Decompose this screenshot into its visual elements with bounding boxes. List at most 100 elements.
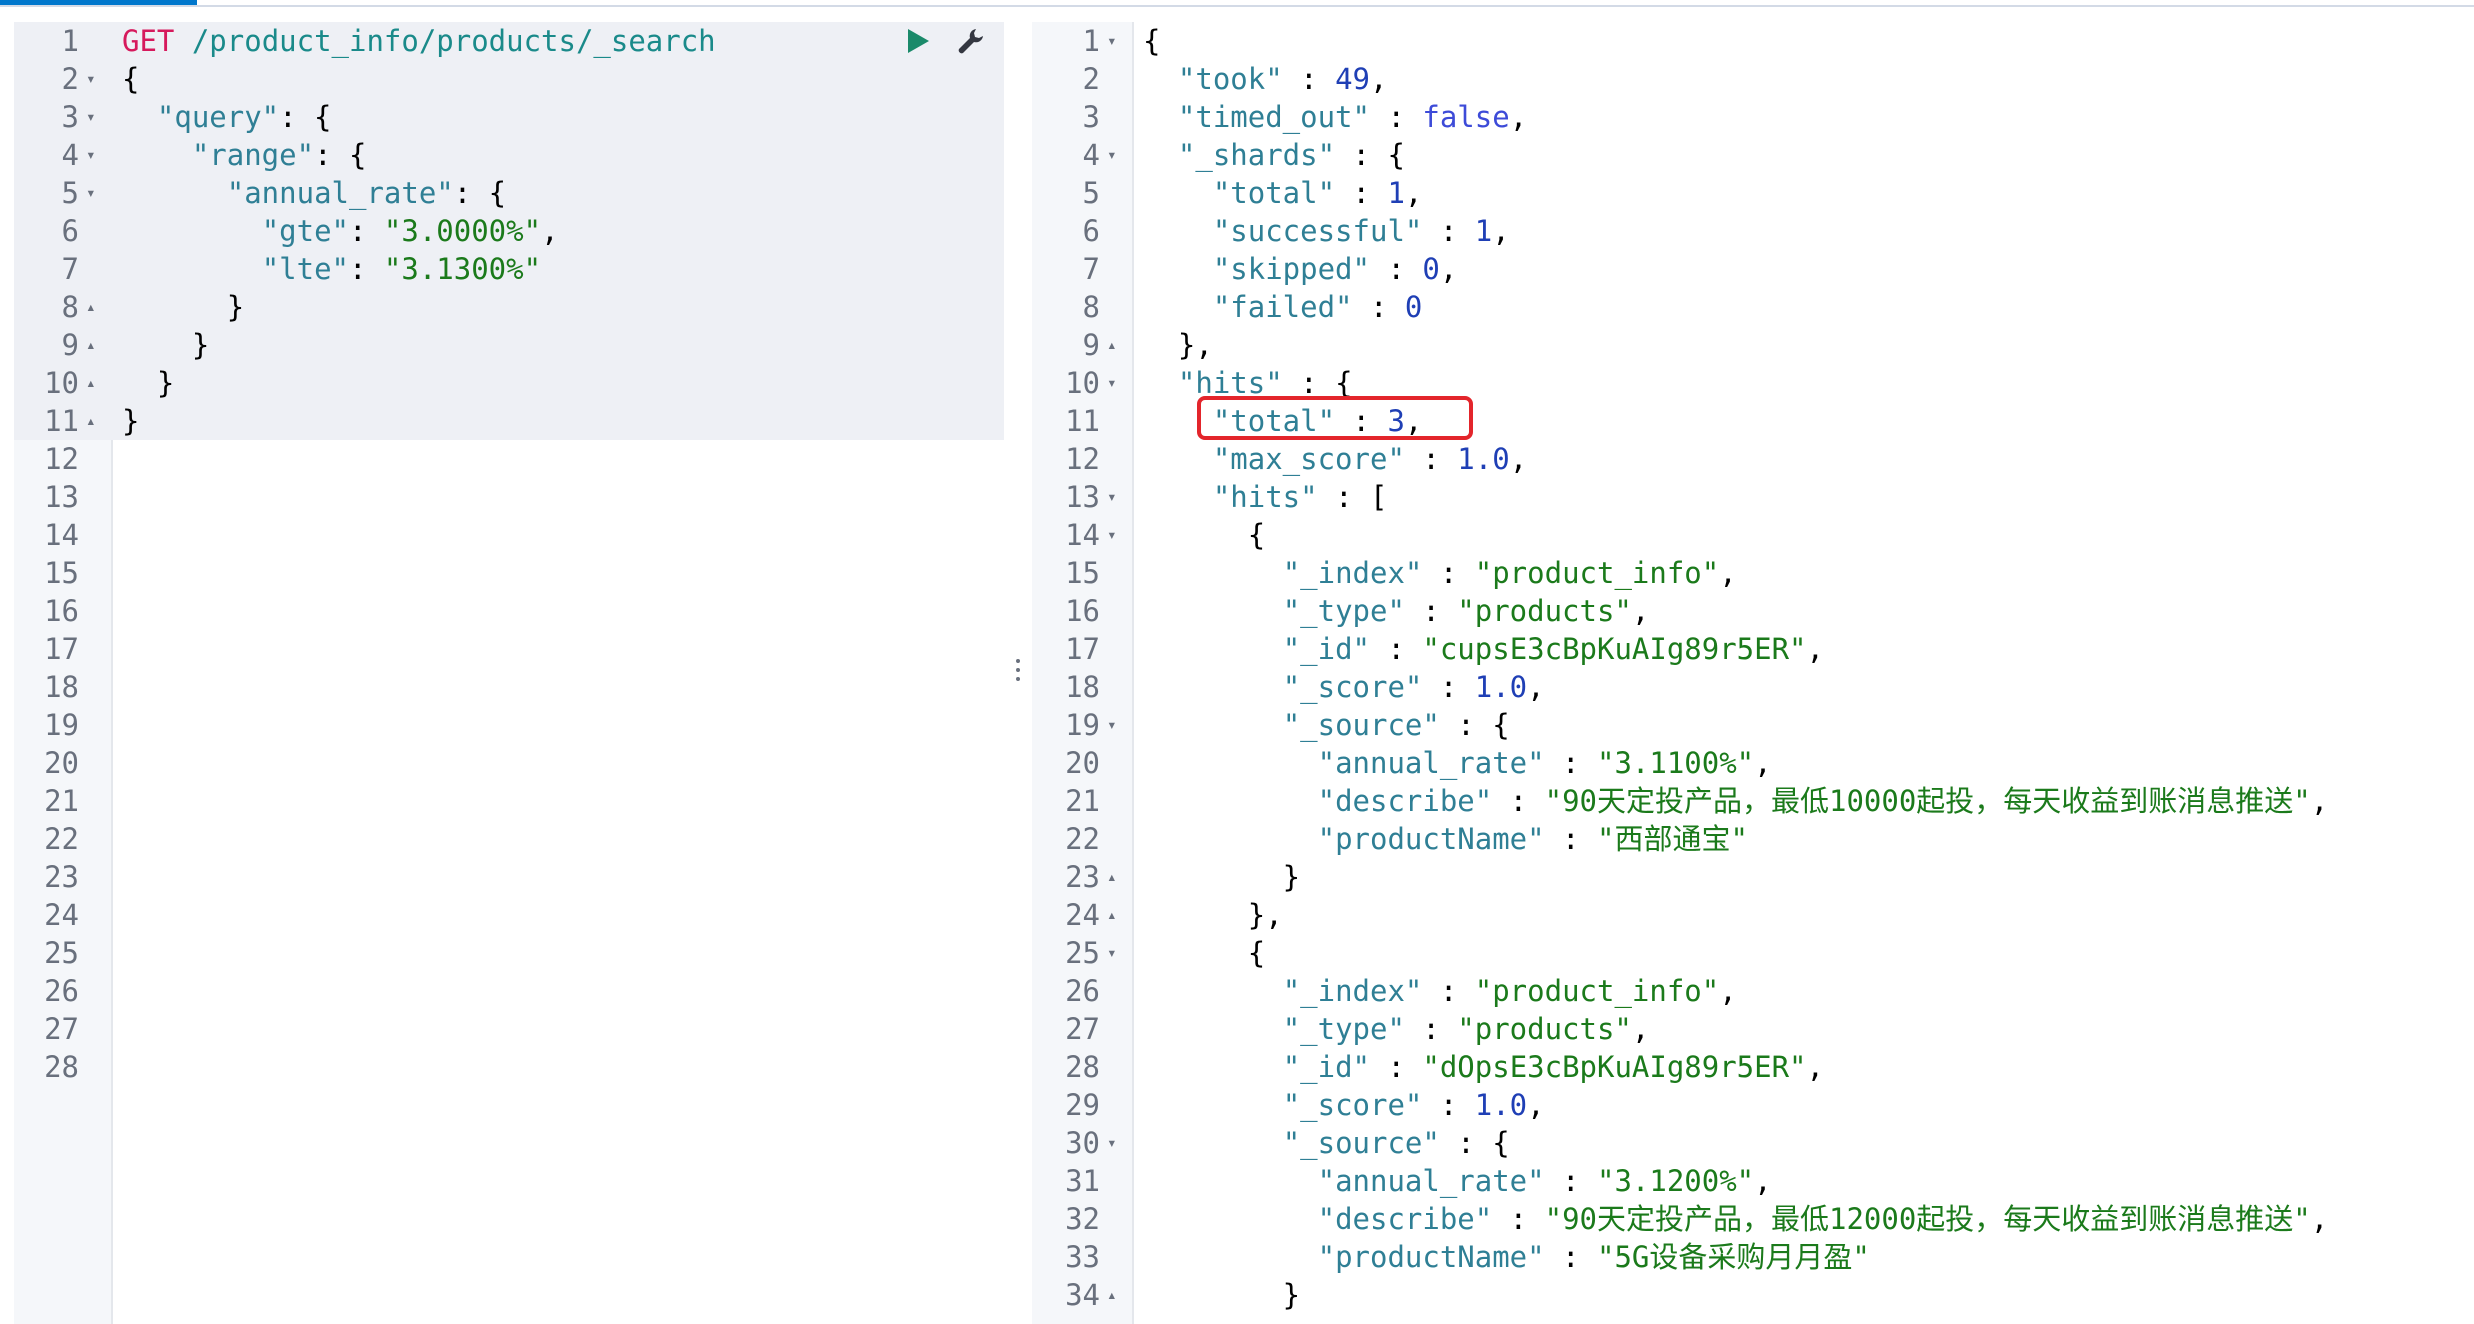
response-line[interactable]: 20 "annual_rate" : "3.1100%", <box>1032 744 2474 782</box>
response-line[interactable]: 15 "_index" : "product_info", <box>1032 554 2474 592</box>
request-line[interactable]: 14 <box>14 516 1004 554</box>
response-line[interactable]: 14 ▾ { <box>1032 516 2474 554</box>
request-line[interactable]: 6 "gte": "3.0000%", <box>14 212 1004 250</box>
fold-up-icon[interactable]: ▴ <box>1107 858 1117 896</box>
response-line[interactable]: 13 ▾ "hits" : [ <box>1032 478 2474 516</box>
line-number: 14 <box>1065 518 1100 552</box>
response-line[interactable]: 21 "describe" : "90天定投产品，最低10000起投，每天收益到… <box>1032 782 2474 820</box>
response-line[interactable]: 5 "total" : 1, <box>1032 174 2474 212</box>
request-line[interactable]: 8 ▴ } <box>14 288 1004 326</box>
request-line[interactable]: 5 ▾ "annual_rate": { <box>14 174 1004 212</box>
response-line[interactable]: 4 ▾ "_shards" : { <box>1032 136 2474 174</box>
fold-down-icon[interactable]: ▾ <box>1107 136 1117 174</box>
request-line[interactable]: 27 <box>14 1010 1004 1048</box>
fold-down-icon[interactable]: ▾ <box>1107 364 1117 402</box>
line-number: 1 <box>61 24 79 58</box>
response-line[interactable]: 6 "successful" : 1, <box>1032 212 2474 250</box>
response-line[interactable]: 28 "_id" : "dOpsE3cBpKuAIg89r5ER", <box>1032 1048 2474 1086</box>
response-line[interactable]: 16 "_type" : "products", <box>1032 592 2474 630</box>
response-line[interactable]: 3 "timed_out" : false, <box>1032 98 2474 136</box>
request-line[interactable]: 7 "lte": "3.1300%" <box>14 250 1004 288</box>
line-number: 13 <box>1065 480 1100 514</box>
run-request-button[interactable] <box>902 25 934 57</box>
request-line[interactable]: 11 ▴} <box>14 402 1004 440</box>
request-line[interactable]: 4 ▾ "range": { <box>14 136 1004 174</box>
fold-up-icon[interactable]: ▴ <box>86 326 96 364</box>
code-token: , <box>541 214 559 248</box>
response-line[interactable]: 1 ▾ { <box>1032 22 2474 60</box>
request-line[interactable]: 16 <box>14 592 1004 630</box>
code-token: , <box>1806 632 1824 666</box>
response-line[interactable]: 29 "_score" : 1.0, <box>1032 1086 2474 1124</box>
response-line[interactable]: 30 ▾ "_source" : { <box>1032 1124 2474 1162</box>
code-text: "_id" : "cupsE3cBpKuAIg89r5ER", <box>1143 630 1824 668</box>
request-line[interactable]: 24 <box>14 896 1004 934</box>
request-line[interactable]: 17 <box>14 630 1004 668</box>
code-token: "product_info" <box>1474 556 1720 590</box>
fold-up-icon[interactable]: ▴ <box>86 364 96 402</box>
fold-down-icon[interactable]: ▾ <box>1107 516 1117 554</box>
request-line[interactable]: 15 <box>14 554 1004 592</box>
code-text: { <box>1143 516 1265 554</box>
code-token: : <box>1404 1012 1458 1046</box>
fold-down-icon[interactable]: ▾ <box>1107 934 1117 972</box>
request-line[interactable]: 1 GET /product_info/products/_search <box>14 22 1004 60</box>
fold-up-icon[interactable]: ▴ <box>86 402 96 440</box>
fold-down-icon[interactable]: ▾ <box>1107 1124 1117 1162</box>
request-line[interactable]: 9 ▴ } <box>14 326 1004 364</box>
request-line[interactable]: 3 ▾ "query": { <box>14 98 1004 136</box>
fold-down-icon[interactable]: ▾ <box>1107 478 1117 516</box>
response-line[interactable]: 17 "_id" : "cupsE3cBpKuAIg89r5ER", <box>1032 630 2474 668</box>
fold-down-icon[interactable]: ▾ <box>86 60 96 98</box>
request-line[interactable]: 28 <box>14 1048 1004 1086</box>
response-line[interactable]: 25 ▾ { <box>1032 934 2474 972</box>
response-line[interactable]: 27 "_type" : "products", <box>1032 1010 2474 1048</box>
request-line[interactable]: 25 <box>14 934 1004 972</box>
pane-resizer[interactable] <box>1010 655 1026 685</box>
response-line[interactable]: 24 ▴ }, <box>1032 896 2474 934</box>
request-line[interactable]: 12 <box>14 440 1004 478</box>
fold-down-icon[interactable]: ▾ <box>86 98 96 136</box>
response-line[interactable]: 32 "describe" : "90天定投产品，最低12000起投，每天收益到… <box>1032 1200 2474 1238</box>
response-line[interactable]: 23 ▴ } <box>1032 858 2474 896</box>
response-line[interactable]: 7 "skipped" : 0, <box>1032 250 2474 288</box>
response-line[interactable]: 8 "failed" : 0 <box>1032 288 2474 326</box>
request-line[interactable]: 10 ▴ } <box>14 364 1004 402</box>
code-token: } <box>122 328 210 362</box>
fold-up-icon[interactable]: ▴ <box>1107 1276 1117 1314</box>
request-line[interactable]: 26 <box>14 972 1004 1010</box>
code-token: : <box>1544 1240 1597 1274</box>
response-line[interactable]: 34 ▴ } <box>1032 1276 2474 1314</box>
request-line[interactable]: 2 ▾ { <box>14 60 1004 98</box>
fold-down-icon[interactable]: ▾ <box>1107 706 1117 744</box>
response-line[interactable]: 11 "total" : 3, <box>1032 402 2474 440</box>
fold-up-icon[interactable]: ▴ <box>1107 896 1117 934</box>
response-line[interactable]: 26 "_index" : "product_info", <box>1032 972 2474 1010</box>
fold-down-icon[interactable]: ▾ <box>86 174 96 212</box>
request-line[interactable]: 22 <box>14 820 1004 858</box>
request-line[interactable]: 19 <box>14 706 1004 744</box>
response-line[interactable]: 19 ▾ "_source" : { <box>1032 706 2474 744</box>
response-line[interactable]: 2 "took" : 49, <box>1032 60 2474 98</box>
line-number: 26 <box>1065 974 1100 1008</box>
response-line[interactable]: 33 "productName" : "5G设备采购月月盈" <box>1032 1238 2474 1276</box>
response-viewer[interactable]: 1 ▾{2 "took" : 49, 3 "timed_out" : false, 4… <box>1032 22 2474 1324</box>
request-line[interactable]: 23 <box>14 858 1004 896</box>
response-line[interactable]: 31 "annual_rate" : "3.1200%", <box>1032 1162 2474 1200</box>
request-line[interactable]: 20 <box>14 744 1004 782</box>
request-line[interactable]: 21 <box>14 782 1004 820</box>
response-line[interactable]: 18 "_score" : 1.0, <box>1032 668 2474 706</box>
fold-up-icon[interactable]: ▴ <box>1107 326 1117 364</box>
fold-up-icon[interactable]: ▴ <box>86 288 96 326</box>
response-line[interactable]: 9 ▴ }, <box>1032 326 2474 364</box>
response-line[interactable]: 22 "productName" : "西部通宝" <box>1032 820 2474 858</box>
fold-down-icon[interactable]: ▾ <box>1107 22 1117 60</box>
request-line[interactable]: 18 <box>14 668 1004 706</box>
request-line[interactable]: 13 <box>14 478 1004 516</box>
request-editor[interactable]: 1 GET /product_info/products/_search 2 ▾{3 ▾… <box>14 22 1004 1324</box>
fold-down-icon[interactable]: ▾ <box>86 136 96 174</box>
response-line[interactable]: 10 ▾ "hits" : { <box>1032 364 2474 402</box>
request-settings-button[interactable] <box>954 25 986 57</box>
response-line[interactable]: 12 "max_score" : 1.0, <box>1032 440 2474 478</box>
